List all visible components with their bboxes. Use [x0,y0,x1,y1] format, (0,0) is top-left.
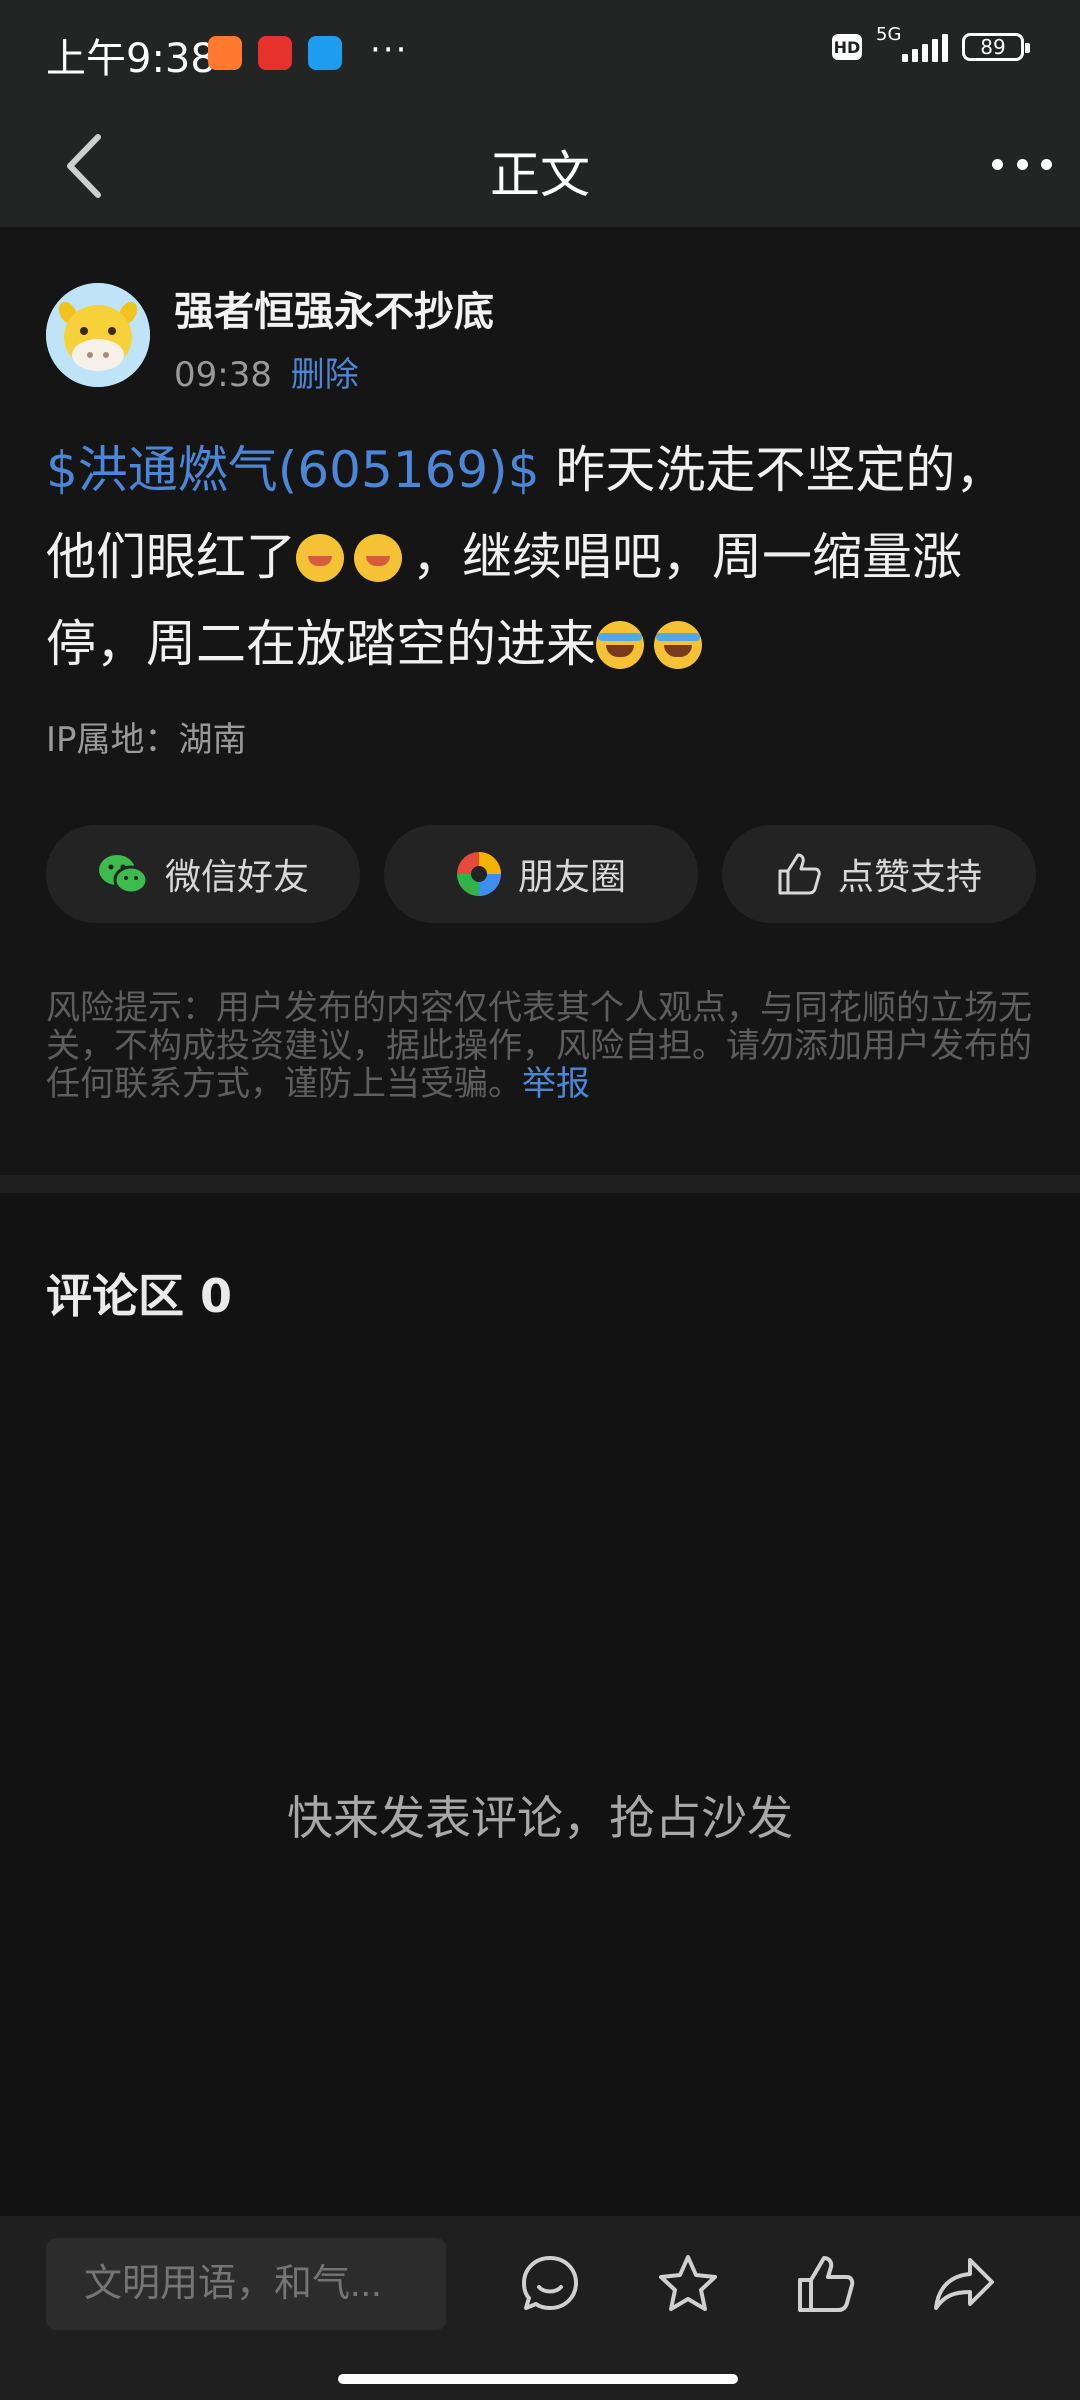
hd-icon: HD [832,34,862,60]
tears-of-joy-emoji-icon [654,621,702,669]
tears-of-joy-emoji-icon [596,621,644,669]
share-button[interactable] [932,2252,996,2316]
thumbs-up-icon [798,2256,855,2312]
avatar[interactable] [46,283,150,387]
share-arrow-icon [934,2258,994,2310]
post-content: $洪通燃气(605169)$ 昨天洗走不坚定的，他们眼红了 ，继续唱吧，周一缩量涨… [46,427,1036,688]
share-moments-button[interactable]: 朋友圈 [384,825,698,923]
stock-tag-link[interactable]: $洪通燃气(605169)$ [46,441,540,499]
author-name[interactable]: 强者恒强永不抄底 [174,279,494,337]
comments-header: 评论区 0 [46,1269,233,1323]
comment-button[interactable] [518,2252,582,2316]
risk-disclaimer: 风险提示：用户发布的内容仅代表其个人观点，与同花顺的立场无关，不构成投资建议，据… [46,989,1036,1103]
like-button[interactable] [794,2252,858,2316]
status-time: 上午9:38 [46,36,216,82]
share-wechat-button[interactable]: 微信好友 [46,825,360,923]
taobao-app-icon [208,36,242,70]
share-moments-label: 朋友圈 [517,857,626,898]
more-dot-icon [1016,158,1028,170]
bottom-action-bar [0,2216,1080,2400]
star-icon [659,2255,717,2311]
more-dot-icon [992,158,1003,170]
hugging-face-emoji-icon [296,534,344,582]
section-divider [0,1175,1080,1193]
empty-comments-tip: 快来发表评论，抢占沙发 [287,1791,793,1845]
signal-icon: 5G [876,24,948,62]
favorite-button[interactable] [656,2252,720,2316]
top-nav-bar: 正文 [0,105,1080,227]
more-notifications-icon: ··· [370,30,409,70]
like-support-label: 点赞支持 [837,857,982,898]
wechat-icon [98,855,149,895]
ip-location: IP属地：湖南 [46,720,247,760]
status-bar: 上午9:38 ··· HD 5G 89 [0,0,1080,105]
post-card: 强者恒强永不抄底 09:38 删除 $洪通燃气(605169)$ 昨天洗走不坚定… [0,227,1080,1175]
more-options-button[interactable] [992,149,1052,179]
post-meta: 09:38 删除 [174,347,359,396]
delete-link[interactable]: 删除 [291,355,359,395]
share-row: 微信好友 朋友圈 点赞支持 [46,825,1036,923]
like-support-button[interactable]: 点赞支持 [722,825,1036,923]
post-time: 09:38 [174,355,272,395]
status-indicators: HD 5G 89 [832,24,1030,62]
battery-icon: 89 [962,33,1030,61]
more-dot-icon [1041,158,1052,170]
qq-browser-app-icon [308,36,342,70]
page-title: 正文 [490,146,590,204]
home-indicator[interactable] [338,2374,738,2384]
comment-input[interactable] [46,2238,446,2330]
share-wechat-label: 微信好友 [164,857,309,898]
report-link[interactable]: 举报 [522,1064,590,1104]
hugging-face-emoji-icon [354,534,402,582]
cow-avatar-icon [46,283,150,387]
moments-aperture-icon [456,852,501,896]
thumbs-up-icon [778,853,821,895]
network-label: 5G [876,24,902,45]
comment-bubble-icon [522,2256,578,2310]
news-app-icon [258,36,292,70]
